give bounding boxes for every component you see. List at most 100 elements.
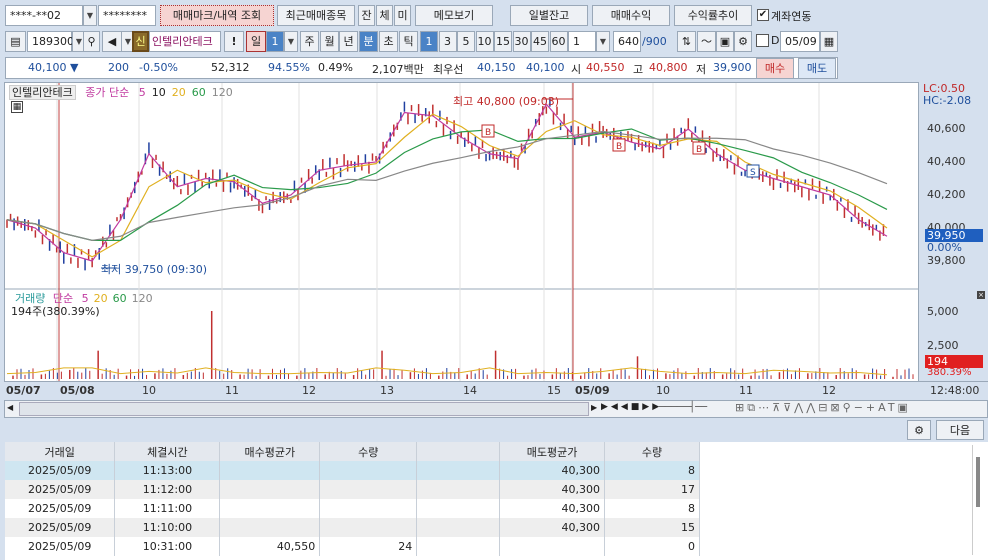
best-bid: 40,100 <box>526 61 565 74</box>
volume-ma-period[interactable]: 60 <box>113 292 127 305</box>
table-cell <box>319 461 418 480</box>
next-button[interactable]: 다음 <box>936 420 984 440</box>
account-link-checkbox[interactable]: ✔ <box>757 9 769 21</box>
ma-period[interactable]: 5 <box>139 86 146 99</box>
d-checkbox[interactable] <box>756 34 769 47</box>
volume: 52,312 <box>211 61 250 74</box>
ma-period[interactable]: 120 <box>212 86 233 99</box>
column-header[interactable]: 매도평균가 <box>499 442 606 461</box>
table-row[interactable]: 2025/05/09 10:31:00 40,550 24 0 <box>5 537 700 556</box>
daily-balance-button[interactable]: 일별잔고 <box>510 5 588 26</box>
time-axis: 05/07 05/08 10 11 12 13 14 15 05/09 10 11 12 12:48:… <box>4 381 988 399</box>
minute-button[interactable]: 1 <box>420 31 438 52</box>
stock-code-field[interactable]: 189300 <box>27 31 74 52</box>
current-pct-marker: 0.00% <box>927 241 962 254</box>
add-candle-icon[interactable]: ⇅ <box>677 31 696 52</box>
jan-button[interactable]: 잔 <box>358 5 375 26</box>
settings-gear-icon[interactable]: ⚙ <box>907 420 931 440</box>
day-count[interactable]: 1 <box>266 31 284 52</box>
table-row[interactable]: 2025/05/09 11:13:00 40,300 8 <box>5 461 700 480</box>
chart-scrollbar[interactable]: ◀ ▶ ▶◀◀■▶▶ ─────┤── ⊞⧉⋯⊼⊽⋀⋀⊟⊠⚲−+AT▣ <box>4 400 988 418</box>
period-button[interactable]: 초 <box>379 31 398 52</box>
period-button[interactable]: 분 <box>359 31 378 52</box>
scroll-thumb[interactable] <box>19 402 589 416</box>
memo-button[interactable]: 메모보기 <box>415 5 493 26</box>
column-header[interactable] <box>416 442 501 461</box>
time-label: 10 <box>142 384 156 397</box>
period-button[interactable]: 틱 <box>399 31 418 52</box>
minute-button[interactable]: 15 <box>494 31 512 52</box>
table-cell <box>416 480 501 499</box>
layout-icon[interactable]: ▤ <box>5 31 26 52</box>
price-chart[interactable]: B B B S 인텔리안테크 종가 단순 5 10 20 60 120 ▦ 최고 40,800… <box>4 82 988 382</box>
column-header[interactable]: 수량 <box>604 442 700 461</box>
search-icon[interactable]: ⚲ <box>83 31 100 52</box>
date-field[interactable]: 05/09 <box>780 31 820 52</box>
minute-button[interactable]: 60 <box>549 31 568 52</box>
interval-dropdown[interactable]: ▼ <box>596 31 610 52</box>
account-field[interactable]: ****-**02 <box>5 5 83 26</box>
buy-button[interactable]: 매수 <box>756 58 794 79</box>
save-icon[interactable]: ▣ <box>716 31 734 52</box>
ma-period[interactable]: 60 <box>192 86 206 99</box>
period-day-button[interactable]: 일 <box>246 31 266 52</box>
table-scrollbar[interactable] <box>972 445 982 555</box>
trade-profit-button[interactable]: 매매수익 <box>592 5 670 26</box>
chart-canvas[interactable]: B B B S <box>5 83 919 381</box>
count-field[interactable]: 640 <box>613 31 641 52</box>
change: 200 <box>108 61 129 74</box>
table-row[interactable]: 2025/05/09 11:10:00 40,300 15 <box>5 518 700 537</box>
column-header[interactable]: 체결시간 <box>114 442 221 461</box>
minute-button[interactable]: 30 <box>512 31 531 52</box>
minute-button[interactable]: 45 <box>531 31 549 52</box>
scroll-left-icon[interactable]: ◀ <box>7 403 13 412</box>
table-cell: 11:10:00 <box>114 518 221 537</box>
ma-period[interactable]: 20 <box>172 86 186 99</box>
period-button[interactable]: 주 <box>300 31 319 52</box>
minute-button[interactable]: 10 <box>475 31 494 52</box>
column-header[interactable]: 수량 <box>319 442 418 461</box>
period-button[interactable]: 년 <box>339 31 358 52</box>
ma-label[interactable]: 종가 단순 <box>85 86 129 99</box>
minute-button[interactable]: 5 <box>457 31 475 52</box>
chart-stock-title[interactable]: 인텔리안테크 <box>9 85 76 100</box>
period-button[interactable]: 월 <box>320 31 339 52</box>
column-header[interactable]: 거래일 <box>5 442 116 461</box>
zoom-slider[interactable]: ─────┤── <box>659 402 707 413</box>
playback-controls[interactable]: ▶◀◀■▶▶ <box>601 402 662 412</box>
table-row[interactable]: 2025/05/09 11:11:00 40,300 8 <box>5 499 700 518</box>
table-cell: 8 <box>604 499 700 518</box>
trade-mark-button[interactable]: 매매마크/내역 조회 <box>160 5 274 26</box>
che-button[interactable]: 체 <box>376 5 393 26</box>
table-cell: 2025/05/09 <box>5 537 116 556</box>
table-row[interactable]: 2025/05/09 11:12:00 40,300 17 <box>5 480 700 499</box>
sell-button[interactable]: 매도 <box>798 58 836 79</box>
sound-icon[interactable]: ◀ <box>102 31 122 52</box>
day-count-dropdown[interactable]: ▼ <box>284 31 298 52</box>
column-header[interactable]: 매수평균가 <box>219 442 321 461</box>
close-pane-icon[interactable]: × <box>977 291 985 299</box>
mi-button[interactable]: 미 <box>394 5 411 26</box>
recent-stocks-button[interactable]: 최근매매종목 <box>277 5 355 26</box>
minute-button[interactable]: 3 <box>438 31 457 52</box>
calendar-icon[interactable]: ▦ <box>820 31 838 52</box>
gear-icon[interactable]: ⚙ <box>734 31 752 52</box>
turnover: 0.49% <box>318 61 353 74</box>
alert-button[interactable]: ! <box>224 31 244 52</box>
table-cell: 0 <box>604 537 700 556</box>
time-label: 13 <box>380 384 394 397</box>
table-cell: 40,300 <box>499 518 606 537</box>
add-line-icon[interactable]: 〜 <box>697 31 716 52</box>
interval-field[interactable]: 1 <box>568 31 596 52</box>
account-dropdown[interactable]: ▼ <box>83 5 97 26</box>
table-cell: 17 <box>604 480 700 499</box>
return-trend-button[interactable]: 수익률추이 <box>674 5 752 26</box>
ma-period[interactable]: 10 <box>152 86 166 99</box>
table-icon[interactable]: ▦ <box>11 101 23 113</box>
drawing-tools[interactable]: ⊞⧉⋯⊼⊽⋀⋀⊟⊠⚲−+AT▣ <box>735 401 911 415</box>
password-field[interactable]: ******** <box>98 5 156 26</box>
volume-ma-period[interactable]: 120 <box>132 292 153 305</box>
scroll-right-icon[interactable]: ▶ <box>591 403 597 412</box>
credit-badge: 신 <box>132 31 149 52</box>
down-arrow-icon: ▼ <box>70 61 79 74</box>
